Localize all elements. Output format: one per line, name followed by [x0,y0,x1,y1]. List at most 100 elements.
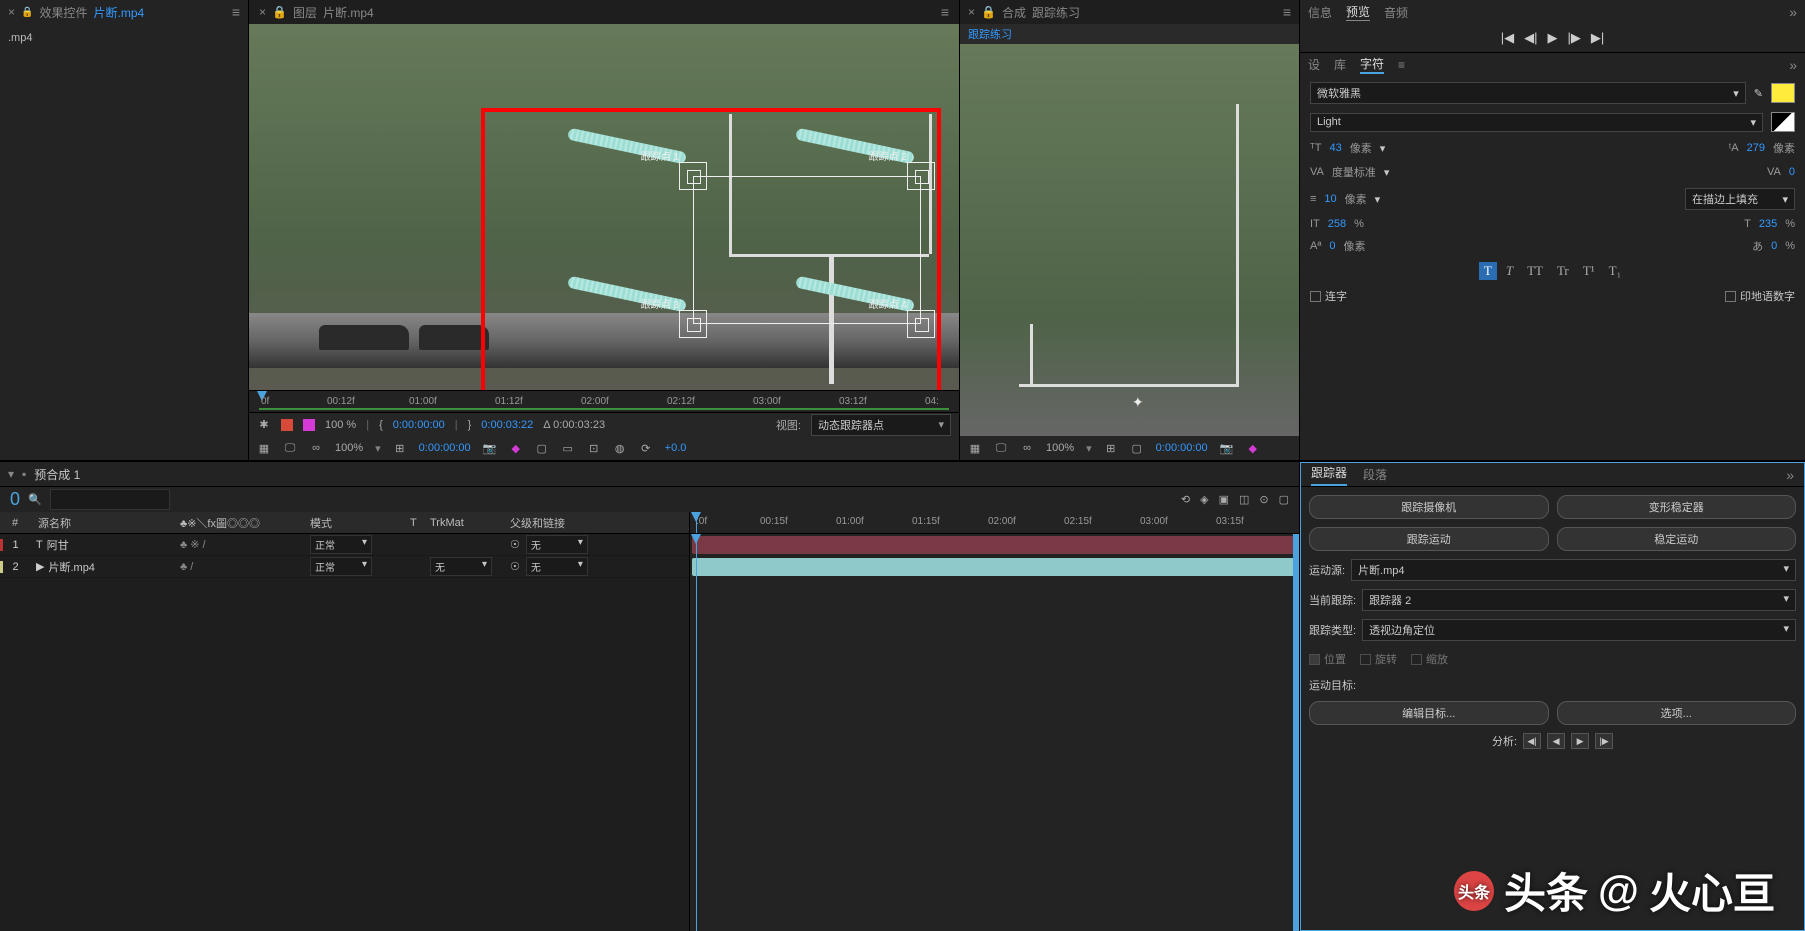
clip-2[interactable] [692,558,1297,576]
leading-value[interactable]: 279 [1747,142,1765,154]
pickwhip-icon[interactable]: ☉ [510,560,520,573]
search-input[interactable] [50,489,170,510]
timeline-ruler[interactable]: :0f 00:15f 01:00f 01:15f 02:00f 02:15f 0… [690,512,1299,534]
comp-flowchart[interactable]: 跟踪练习 [960,24,1299,44]
shy-icon[interactable]: ⟲ [1181,493,1190,506]
layer-time-ruler[interactable]: 0f 00:12f 01:00f 01:12f 02:00f 02:12f 03… [249,390,959,412]
stroke-width-value[interactable]: 10 [1324,193,1336,205]
timeline-track-area[interactable]: :0f 00:15f 01:00f 01:15f 02:00f 02:15f 0… [690,512,1299,931]
font-family-select[interactable]: 微软雅黑▾ [1310,82,1746,104]
work-area[interactable] [259,408,949,410]
chevron-down-icon[interactable]: ▾ [1380,142,1386,155]
tab-design[interactable]: 设 [1308,56,1320,73]
parent-select[interactable]: 无▾ [526,557,588,576]
comp-tab[interactable]: 预合成 1 [34,466,80,483]
analyze-fwd-1-button[interactable]: |▶ [1595,733,1613,749]
marker-icon[interactable] [303,419,315,431]
view-select[interactable]: 动态跟踪器点▾ [811,414,951,436]
grid-icon[interactable]: ▦ [968,441,982,455]
exposure-value[interactable]: +0.0 [665,442,687,454]
analyze-fwd-button[interactable]: ▶ [1571,733,1589,749]
close-icon[interactable]: × [968,5,975,19]
tab-preview[interactable]: 预览 [1346,3,1370,21]
faux-bold-button[interactable]: T [1479,262,1497,280]
eyedropper-icon[interactable]: ✎ [1754,87,1763,100]
color-icon[interactable]: ◆ [1246,441,1260,455]
analyze-back-button[interactable]: ◀ [1547,733,1565,749]
vscale-value[interactable]: 258 [1328,218,1346,230]
hscale-value[interactable]: 235 [1759,218,1777,230]
safe-icon[interactable]: ⊡ [587,441,601,455]
faux-italic-button[interactable]: T [1501,262,1518,280]
in-time[interactable]: 0:00:00:00 [393,419,445,431]
lock-icon[interactable]: 🔒 [272,5,287,19]
col-num[interactable]: # [0,517,30,529]
guides-icon[interactable]: ▢ [535,441,549,455]
tab-menu-icon[interactable]: ≡ [1283,4,1291,20]
timeline-tabs[interactable]: ▾ ▪ 预合成 1 [0,462,1299,486]
track-type-select[interactable]: 透视边角定位▾ [1362,619,1796,641]
font-weight-select[interactable]: Light▾ [1310,113,1763,132]
scale-checkbox[interactable]: 缩放 [1411,651,1448,667]
blur-icon[interactable]: ▣ [1219,493,1229,506]
col-mode[interactable]: 模式 [310,515,410,531]
current-track-select[interactable]: 跟踪器 2▾ [1362,589,1796,611]
char-tabs[interactable]: 设 库 字符 ≡ » [1300,52,1805,76]
tab-menu-icon[interactable]: ≡ [232,4,240,20]
tracking-value[interactable]: 0 [1789,166,1795,178]
col-source[interactable]: 源名称 [30,515,180,531]
fill-color-swatch[interactable] [1771,83,1795,103]
track-motion-button[interactable]: 跟踪运动 [1309,527,1549,551]
chevron-down-icon[interactable]: ▾ [375,442,381,455]
timeline-tracks[interactable] [690,534,1299,931]
screen-icon[interactable]: 🖵 [283,441,297,455]
tracker-tabs[interactable]: 跟踪器 段落 » [1301,463,1804,487]
tab-menu-icon[interactable]: ≡ [941,4,949,20]
motion-source-select[interactable]: 片断.mp4▾ [1351,559,1796,581]
layer-tabs[interactable]: × 🔒 图层 片断.mp4 ≡ [249,0,959,24]
roi-icon[interactable]: ▢ [1130,441,1144,455]
tab-paragraph[interactable]: 段落 [1363,466,1387,483]
layer-row-2[interactable]: 2 ▶片断.mp4 ♣ / 正常▾ 无▾ ☉无▾ [0,556,689,578]
snap-icon[interactable]: ⊙ [1259,493,1268,506]
next-frame-button[interactable]: |▶ [1568,30,1581,46]
superscript-button[interactable]: T¹ [1578,262,1600,280]
baseline-value[interactable]: 0 [1329,240,1335,252]
layer-switches[interactable]: ♣ / [180,561,310,573]
time-display[interactable]: 0 [10,489,20,510]
edit-target-button[interactable]: 编辑目标... [1309,701,1549,725]
channel-icon[interactable]: ◍ [613,441,627,455]
more-icon[interactable]: » [1786,467,1794,483]
play-button[interactable]: ▶ [1548,30,1558,46]
analyze-back-1-button[interactable]: ◀| [1523,733,1541,749]
rotation-checkbox[interactable]: 旋转 [1360,651,1397,667]
chevron-down-icon[interactable]: ▾ [1384,166,1390,179]
zoom-value[interactable]: 100% [335,442,363,454]
stroke-fill-select[interactable]: 在描边上填充▾ [1685,188,1795,210]
tsume-value[interactable]: 0 [1771,240,1777,252]
screen-icon[interactable]: 🖵 [994,441,1008,455]
color-icon[interactable]: ◆ [509,441,523,455]
layer-name[interactable]: 阿甘 [47,537,69,553]
comp-viewer[interactable]: ✦ [960,44,1299,436]
effect-controls-tab[interactable]: × 🔒 效果控件 片断.mp4 ≡ [0,0,248,24]
layer-viewer[interactable]: 跟踪点 1 跟踪点 2 跟踪点 3 跟踪点 4 [249,24,959,390]
first-frame-button[interactable]: |◀ [1501,30,1514,46]
tab-library[interactable]: 库 [1334,56,1346,73]
prev-frame-button[interactable]: ◀| [1524,30,1537,46]
zoom-value[interactable]: 100% [1046,442,1074,454]
playhead[interactable] [696,512,697,533]
clip-1[interactable] [692,536,1297,554]
grid-icon[interactable]: ▦ [257,441,271,455]
marker-icon[interactable] [281,419,293,431]
lock-icon[interactable]: 🔒 [21,7,33,18]
chevron-down-icon[interactable]: ▾ [1086,442,1092,455]
person-icon[interactable]: ✱ [257,418,271,432]
stroke-color-swatch[interactable] [1771,112,1795,132]
parent-select[interactable]: 无▾ [526,535,588,554]
info-preview-tabs[interactable]: 信息 预览 音频 » [1300,0,1805,24]
layer-row-1[interactable]: 1 T阿甘 ♣ ※ / 正常▾ ☉无▾ [0,534,689,556]
res-icon[interactable]: ⊞ [1104,441,1118,455]
chevron-down-icon[interactable]: ▾ [1375,193,1381,206]
options-button[interactable]: 选项... [1557,701,1797,725]
